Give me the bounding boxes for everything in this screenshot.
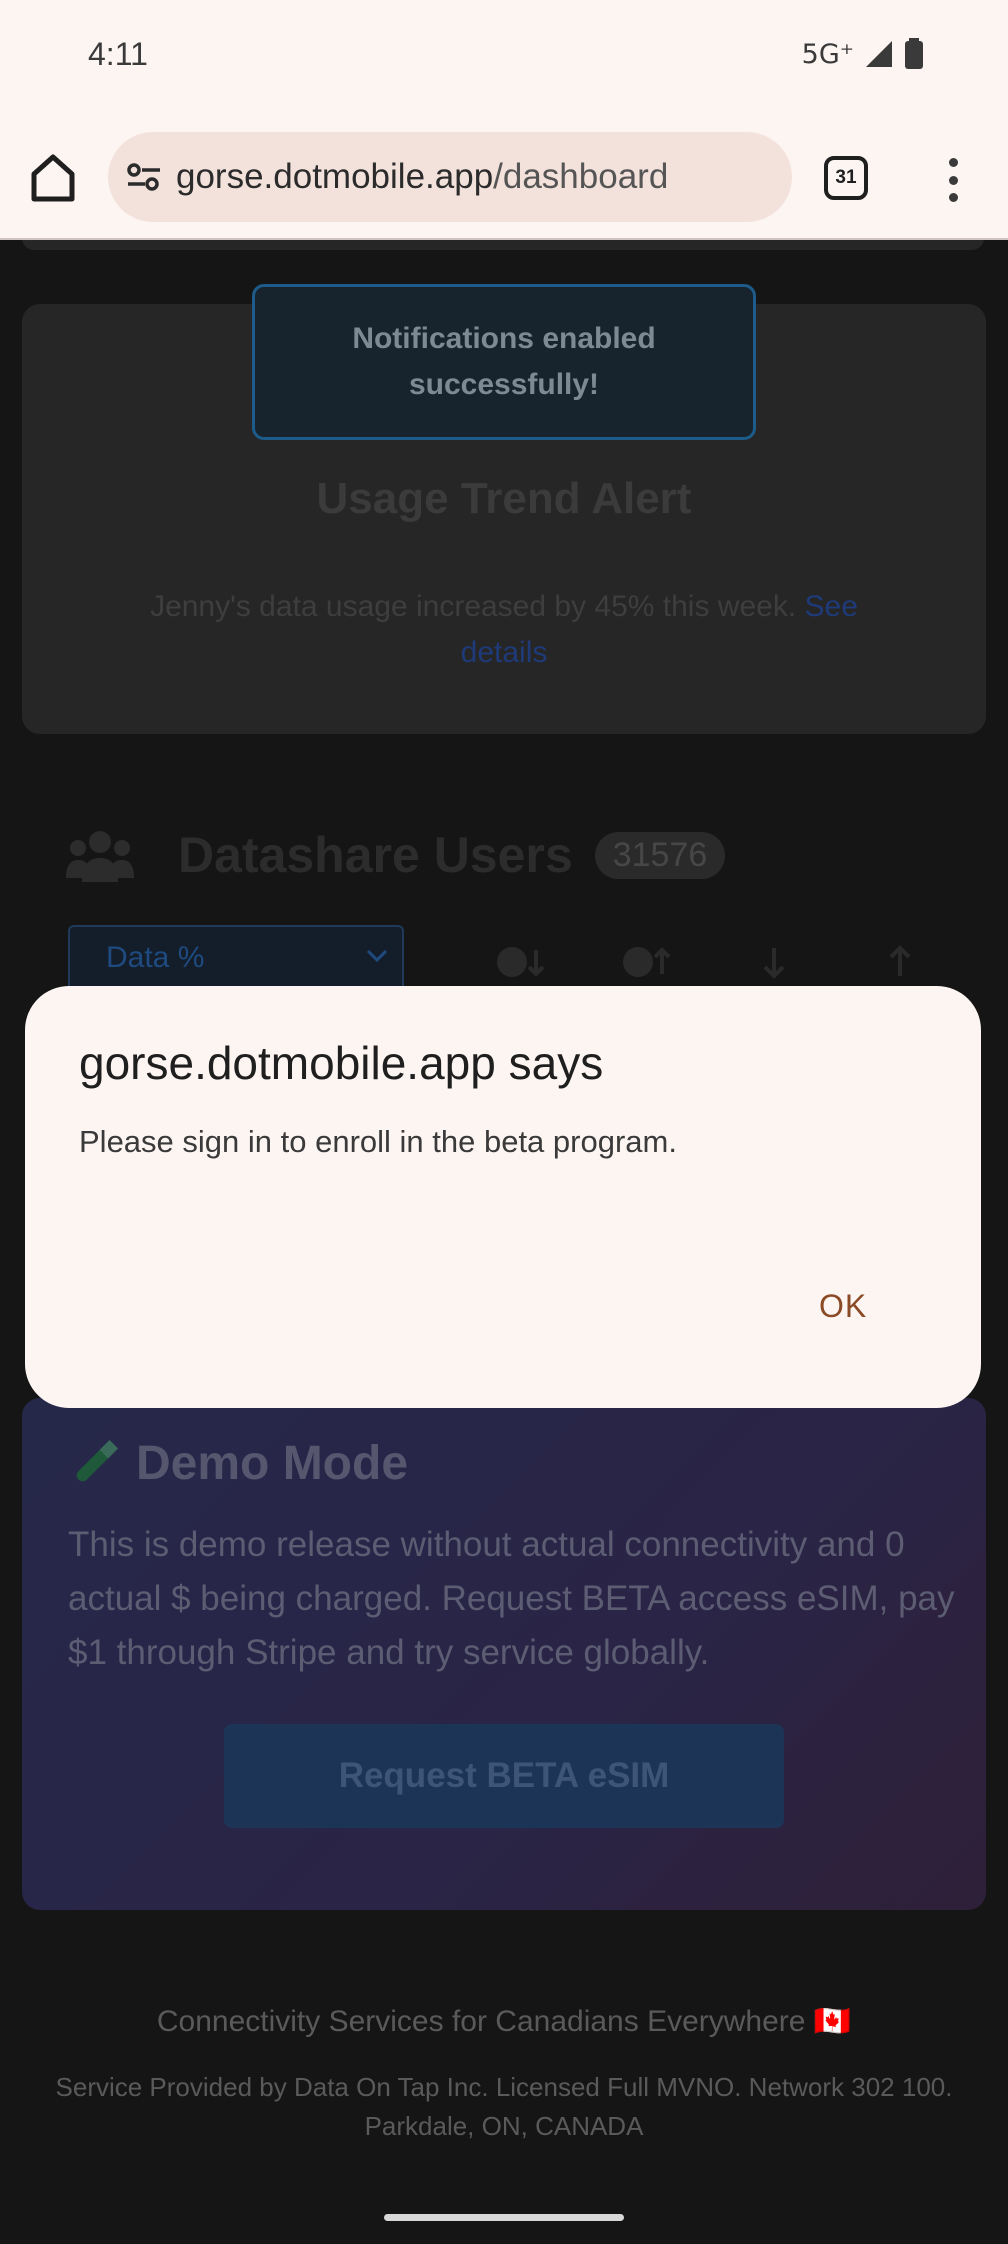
notification-toast: Notifications enabled successfully! bbox=[252, 284, 756, 440]
signal-icon bbox=[866, 41, 892, 67]
alert-title: Usage Trend Alert bbox=[316, 474, 692, 523]
url-text: gorse.dotmobile.app/dashboard bbox=[176, 157, 668, 197]
site-settings-icon[interactable] bbox=[126, 162, 162, 192]
datashare-count-badge: 31576 bbox=[594, 831, 726, 879]
network-type: 5G⁺ bbox=[801, 38, 854, 70]
sort-select[interactable]: Data % bbox=[68, 925, 404, 995]
datashare-header: Datashare Users 31576 bbox=[66, 826, 726, 884]
arrow-up-sort-icon[interactable] bbox=[886, 944, 914, 980]
url-domain: gorse.dotmobile.app bbox=[176, 157, 494, 196]
more-menu-button[interactable] bbox=[942, 158, 964, 202]
home-button[interactable] bbox=[28, 152, 78, 204]
clock-down-sort-icon[interactable] bbox=[496, 944, 548, 980]
clock-up-sort-icon[interactable] bbox=[622, 944, 674, 980]
demo-title: Demo Mode bbox=[68, 1436, 408, 1491]
demo-description: This is demo release without actual conn… bbox=[68, 1525, 955, 1672]
demo-mode-card: Demo Mode This is demo release without a… bbox=[22, 1398, 986, 1910]
datashare-title: Datashare Users bbox=[178, 827, 573, 883]
users-icon bbox=[66, 831, 134, 882]
request-beta-esim-button[interactable]: Request BETA eSIM bbox=[224, 1724, 784, 1828]
url-path: /dashboard bbox=[493, 157, 669, 196]
status-icons: 5G⁺ bbox=[802, 38, 924, 70]
alert-body: Jenny's data usage increased by 45% this… bbox=[122, 584, 886, 676]
demo-title-text: Demo Mode bbox=[136, 1437, 409, 1490]
battery-icon bbox=[905, 38, 923, 69]
arrow-down-sort-icon[interactable] bbox=[760, 944, 788, 980]
footer-tagline: Connectivity Services for Canadians Ever… bbox=[156, 2005, 852, 2038]
alert-dialog: gorse.dotmobile.app says Please sign in … bbox=[25, 986, 981, 1408]
sort-select-value: Data % bbox=[106, 941, 205, 974]
alert-text: Jenny's data usage increased by 45% this… bbox=[150, 590, 797, 623]
test-tube-icon bbox=[76, 1439, 119, 1481]
chevron-down-icon bbox=[366, 949, 388, 963]
address-bar[interactable]: gorse.dotmobile.app/dashboard bbox=[108, 132, 792, 222]
dialog-message: Please sign in to enroll in the beta pro… bbox=[79, 1124, 677, 1159]
dialog-title: gorse.dotmobile.app says bbox=[79, 1037, 604, 1089]
gesture-navigation-bar[interactable] bbox=[384, 2214, 624, 2221]
home-icon bbox=[31, 154, 75, 202]
browser-toolbar: gorse.dotmobile.app/dashboard 31 bbox=[0, 118, 1008, 240]
status-time: 4:11 bbox=[88, 36, 148, 72]
status-bar: 4:11 5G⁺ bbox=[0, 0, 1008, 118]
dialog-ok-button[interactable]: OK bbox=[805, 1280, 881, 1333]
footer-legal: Service Provided by Data On Tap Inc. Lic… bbox=[55, 2072, 953, 2141]
previous-card-edge bbox=[22, 240, 984, 250]
tab-switcher-button[interactable]: 31 bbox=[824, 156, 868, 200]
tab-count: 31 bbox=[835, 167, 857, 188]
